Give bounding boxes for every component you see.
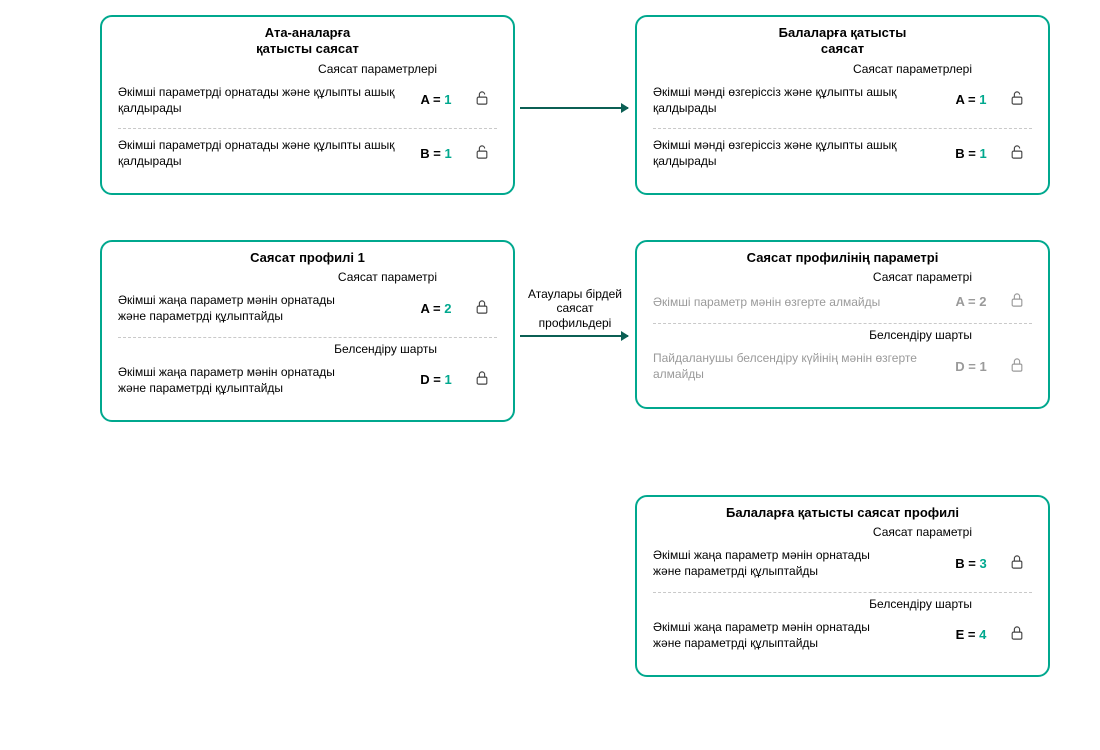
section-label: Саясат параметрі xyxy=(653,270,1032,284)
row-a: Әкімші жаңа параметр мәнін орнатады және… xyxy=(118,286,497,334)
box-policy-profile-param: Саясат профилінің параметрі Саясат парам… xyxy=(635,240,1050,409)
row-b: Әкімші мәнді өзгеріссіз және құлыпты ашы… xyxy=(653,131,1032,179)
row-value: D = 1 xyxy=(405,372,467,387)
row-value: B = 1 xyxy=(940,146,1002,161)
row-value: E = 4 xyxy=(940,627,1002,642)
lock-icon xyxy=(467,299,497,318)
row-b: Әкімші параметрді орнатады және құлыпты … xyxy=(118,131,497,179)
row-value: A = 2 xyxy=(405,301,467,316)
row-a: Әкімші параметрді орнатады және құлыпты … xyxy=(118,78,497,126)
section-label: Белсендіру шарты xyxy=(118,342,497,356)
divider xyxy=(653,128,1032,129)
unlock-icon xyxy=(1002,90,1032,109)
box-title: Балаларға қатыстысаясат xyxy=(653,25,1032,58)
row-e: Әкімші жаңа параметр мәнін орнатады және… xyxy=(653,613,1032,661)
box-title: Ата-аналарғақатысты саясат xyxy=(118,25,497,58)
policy-inheritance-diagram: Ата-аналарғақатысты саясат Саясат параме… xyxy=(15,15,1085,735)
row-b: Әкімші жаңа параметр мәнін орнатады және… xyxy=(653,541,1032,589)
row-value: A = 1 xyxy=(940,92,1002,107)
unlock-icon xyxy=(467,90,497,109)
box-parent-policy: Ата-аналарғақатысты саясат Саясат параме… xyxy=(100,15,515,195)
row-desc: Әкімші жаңа параметр мәнін орнатады және… xyxy=(118,364,405,396)
box-policy-profile-1: Саясат профилі 1 Саясат параметрі Әкімші… xyxy=(100,240,515,422)
row-desc: Әкімші жаңа параметр мәнін орнатады және… xyxy=(653,619,940,651)
section-label: Саясат параметрі xyxy=(653,525,1032,539)
box-title: Саясат профилінің параметрі xyxy=(653,250,1032,266)
arrow-icon xyxy=(520,107,628,109)
row-desc: Пайдаланушы белсендіру күйінің мәнін өзг… xyxy=(653,350,940,382)
same-name-profiles-label: Атаулары бірдей саясат профильдері xyxy=(525,287,625,330)
divider xyxy=(653,323,1032,324)
row-desc: Әкімші жаңа параметр мәнін орнатады және… xyxy=(118,292,405,324)
arrow-icon xyxy=(520,335,628,337)
row-desc: Әкімші параметрді орнатады және құлыпты … xyxy=(118,84,405,116)
row-desc: Әкімші параметрді орнатады және құлыпты … xyxy=(118,137,405,169)
unlock-icon xyxy=(467,144,497,163)
lock-icon xyxy=(1002,292,1032,311)
lock-icon xyxy=(1002,554,1032,573)
box-child-policy: Балаларға қатыстысаясат Саясат параметрл… xyxy=(635,15,1050,195)
divider xyxy=(118,337,497,338)
section-label: Саясат параметрлері xyxy=(653,62,1032,76)
row-value: A = 1 xyxy=(405,92,467,107)
section-label: Белсендіру шарты xyxy=(653,328,1032,342)
divider xyxy=(653,592,1032,593)
row-a: Әкімші параметр мәнін өзгерте алмайды A … xyxy=(653,286,1032,321)
divider xyxy=(118,128,497,129)
row-desc: Әкімші мәнді өзгеріссіз және құлыпты ашы… xyxy=(653,84,940,116)
section-label: Белсендіру шарты xyxy=(653,597,1032,611)
section-label: Саясат параметрі xyxy=(118,270,497,284)
section-label: Саясат параметрлері xyxy=(118,62,497,76)
row-desc: Әкімші параметр мәнін өзгерте алмайды xyxy=(653,294,940,310)
lock-icon xyxy=(1002,357,1032,376)
box-title: Балаларға қатысты саясат профилі xyxy=(653,505,1032,521)
row-value: B = 3 xyxy=(940,556,1002,571)
box-title: Саясат профилі 1 xyxy=(118,250,497,266)
row-desc: Әкімші мәнді өзгеріссіз және құлыпты ашы… xyxy=(653,137,940,169)
row-d: Әкімші жаңа параметр мәнін орнатады және… xyxy=(118,358,497,406)
box-child-policy-profile: Балаларға қатысты саясат профилі Саясат … xyxy=(635,495,1050,677)
lock-icon xyxy=(1002,625,1032,644)
row-desc: Әкімші жаңа параметр мәнін орнатады және… xyxy=(653,547,940,579)
row-d: Пайдаланушы белсендіру күйінің мәнін өзг… xyxy=(653,344,1032,392)
row-a: Әкімші мәнді өзгеріссіз және құлыпты ашы… xyxy=(653,78,1032,126)
lock-icon xyxy=(467,370,497,389)
row-value: B = 1 xyxy=(405,146,467,161)
unlock-icon xyxy=(1002,144,1032,163)
row-value: A = 2 xyxy=(940,294,1002,309)
row-value: D = 1 xyxy=(940,359,1002,374)
